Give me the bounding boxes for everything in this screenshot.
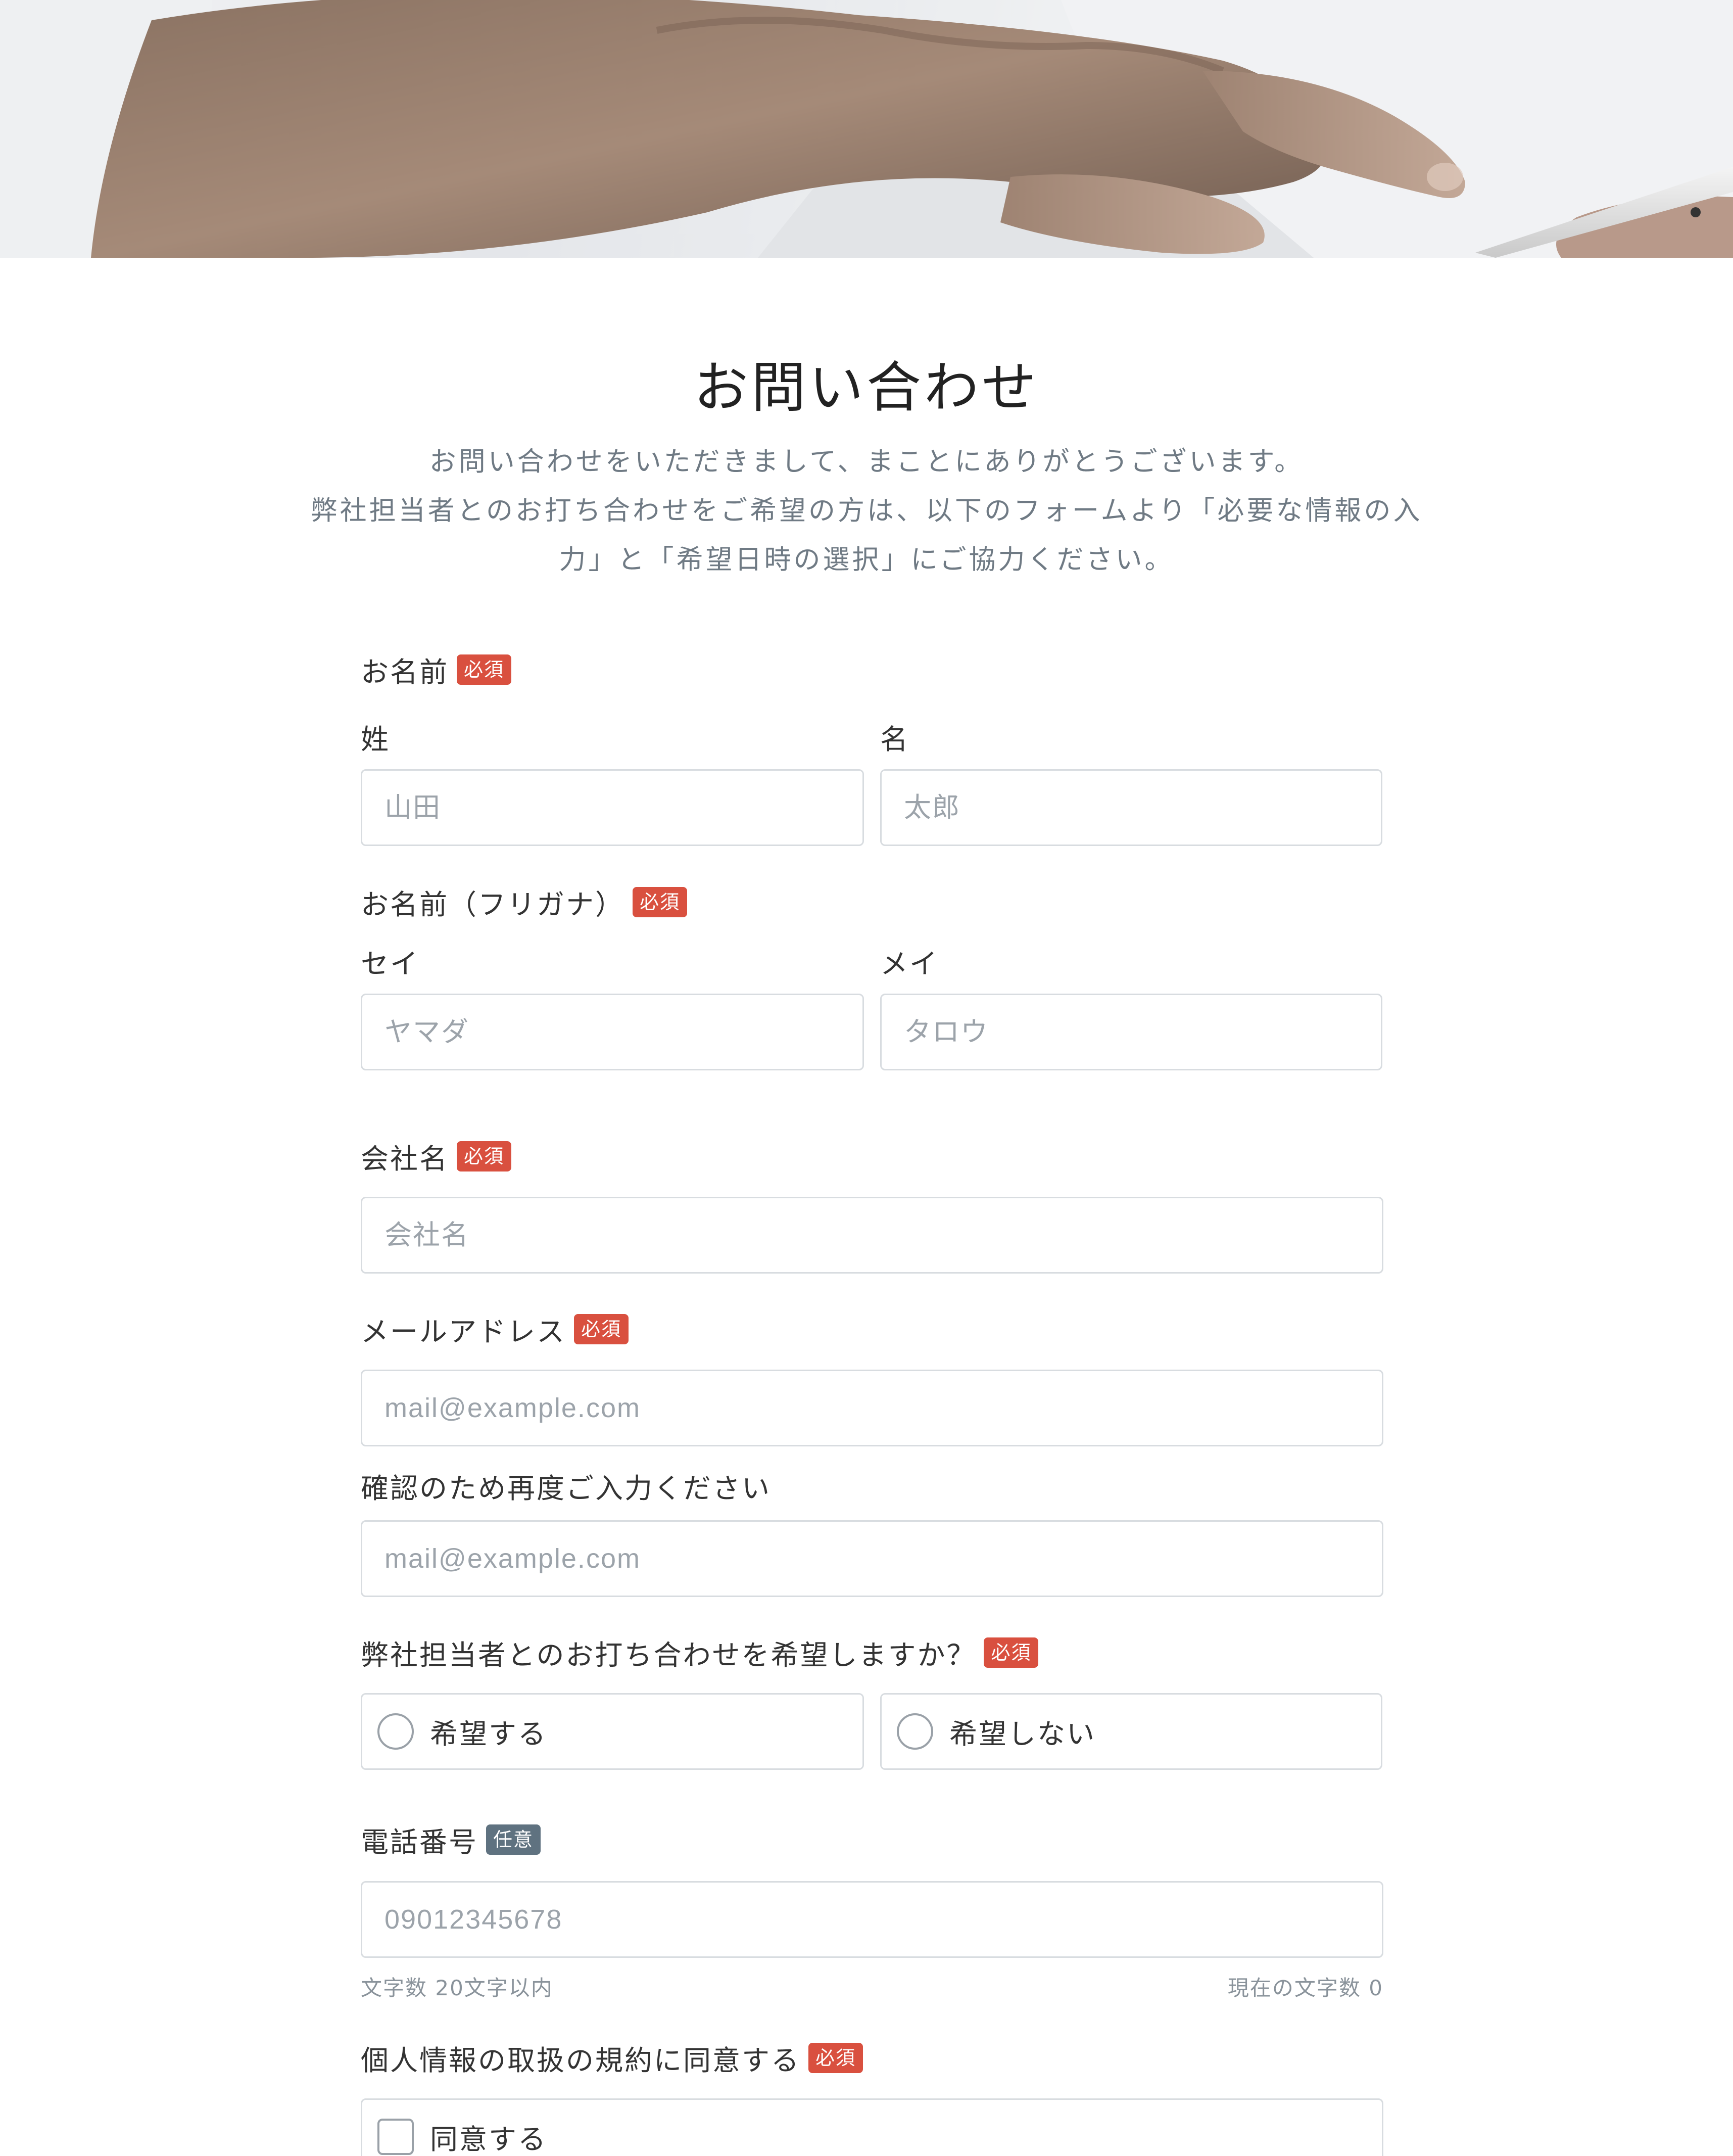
last-name-input[interactable]: [361, 769, 864, 846]
company-label: 会社名 必須: [361, 1136, 512, 1177]
intro-text: お問い合わせをいただきまして、まことにありがとうございます。 弊社担当者とのお打…: [283, 437, 1450, 584]
privacy-agree-option[interactable]: 同意する: [361, 2098, 1383, 2156]
privacy-label: 個人情報の取扱の規約に同意する 必須: [361, 2038, 863, 2078]
meeting-option-yes-label: 希望する: [430, 1718, 548, 1750]
name-label-text: お名前: [361, 656, 449, 688]
furigana-label: お名前（フリガナ） 必須: [361, 882, 688, 922]
required-badge: 必須: [633, 887, 688, 917]
meeting-label: 弊社担当者とのお打ち合わせを希望しますか？ 必須: [361, 1632, 1039, 1673]
hero-image: [0, 0, 1733, 258]
name-label: お名前 必須: [361, 649, 512, 690]
meeting-option-no-label: 希望しない: [949, 1718, 1096, 1750]
phone-label: 電話番号 任意: [361, 1819, 541, 1860]
optional-badge: 任意: [486, 1824, 541, 1855]
meeting-label-text: 弊社担当者とのお打ち合わせを希望しますか？: [361, 1639, 976, 1671]
radio-button[interactable]: [897, 1713, 933, 1750]
intro-line: 力」と「希望日時の選択」にご協力ください。: [559, 544, 1174, 575]
furigana-label-text: お名前（フリガナ）: [361, 888, 625, 921]
email-label-text: メールアドレス: [361, 1316, 566, 1348]
required-badge: 必須: [457, 654, 512, 685]
email-confirm-input[interactable]: [361, 1520, 1383, 1597]
required-badge: 必須: [457, 1141, 512, 1171]
radio-button[interactable]: [377, 1713, 414, 1750]
first-name-label: 名: [880, 723, 910, 756]
last-name-kana-label: セイ: [361, 948, 420, 980]
required-badge: 必須: [574, 1314, 629, 1344]
checkbox[interactable]: [377, 2119, 414, 2155]
hand-phone-photo: [0, 0, 1733, 258]
company-input[interactable]: [361, 1197, 1383, 1274]
last-name-kana-input[interactable]: [361, 994, 864, 1070]
phone-limit-hint: 文字数 20文字以内: [361, 1976, 553, 2000]
intro-line: お問い合わせをいただきまして、まことにありがとうございます。: [429, 446, 1304, 477]
page-title: お問い合わせ: [693, 356, 1039, 419]
intro-line: 弊社担当者とのお打ち合わせをご希望の方は、以下のフォームより「必要な情報の入: [310, 495, 1423, 526]
privacy-agree-label: 同意する: [430, 2123, 548, 2155]
required-badge: 必須: [808, 2043, 863, 2073]
phone-label-text: 電話番号: [361, 1826, 478, 1858]
email-confirm-label: 確認のため再度ご入力ください: [361, 1472, 772, 1505]
privacy-label-text: 個人情報の取扱の規約に同意する: [361, 2044, 801, 2077]
required-badge: 必須: [984, 1637, 1039, 1668]
meeting-option-no[interactable]: 希望しない: [880, 1693, 1382, 1770]
phone-input[interactable]: [361, 1881, 1383, 1958]
first-name-kana-label: メイ: [880, 948, 939, 980]
meeting-option-yes[interactable]: 希望する: [361, 1693, 864, 1770]
last-name-label: 姓: [361, 723, 391, 756]
first-name-kana-input[interactable]: [880, 994, 1382, 1070]
email-label: メールアドレス 必須: [361, 1309, 629, 1349]
first-name-input[interactable]: [880, 769, 1382, 846]
company-label-text: 会社名: [361, 1143, 449, 1175]
phone-char-count: 現在の文字数 0: [1227, 1976, 1383, 2000]
email-input[interactable]: [361, 1370, 1383, 1446]
